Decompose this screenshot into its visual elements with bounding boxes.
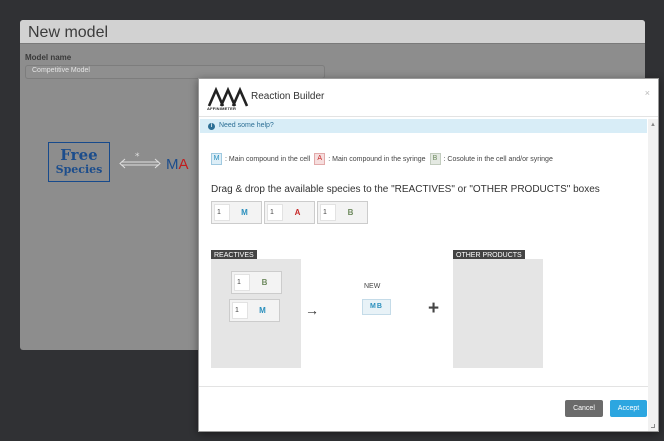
- model-name-label: Model name: [25, 53, 72, 62]
- new-label: NEW: [364, 283, 381, 290]
- species-a-count[interactable]: 1: [267, 204, 283, 221]
- species-m-letter: M: [241, 208, 248, 217]
- species-b[interactable]: 1 B: [317, 201, 368, 224]
- product-m: M: [166, 156, 179, 173]
- modal-header: AFFINIMETER Reaction Builder ×: [199, 79, 658, 117]
- reactive-b[interactable]: 1 B: [231, 271, 282, 294]
- reactives-dropzone[interactable]: 1 B 1 M: [211, 259, 301, 368]
- scroll-up-icon[interactable]: ▲: [650, 122, 656, 128]
- available-species: 1 M 1 A 1 B: [211, 201, 368, 224]
- reactive-b-letter: B: [261, 278, 268, 287]
- modal-title: Reaction Builder: [251, 91, 325, 102]
- species-b-count[interactable]: 1: [320, 204, 336, 221]
- species-a[interactable]: 1 A: [264, 201, 315, 224]
- free-species-box: Free Species: [48, 142, 110, 182]
- free-species-line2: Species: [55, 163, 103, 176]
- panel-header: New model: [20, 20, 645, 44]
- reactive-m[interactable]: 1 M: [229, 299, 280, 322]
- other-products-dropzone[interactable]: [453, 259, 543, 368]
- product-ma: MA: [166, 156, 189, 173]
- legend-a-text: : Main compound in the syringe: [328, 155, 426, 163]
- modal-footer: Cancel Accept: [199, 386, 648, 432]
- species-m-count[interactable]: 1: [214, 204, 230, 221]
- legend-b-text: : Cosolute in the cell and/or syringe: [443, 155, 553, 163]
- scrollbar[interactable]: ▲: [648, 119, 658, 431]
- model-name-input[interactable]: Competitive Model: [25, 65, 325, 79]
- species-m[interactable]: 1 M: [211, 201, 262, 224]
- brand-name: AFFINIMETER: [207, 106, 237, 111]
- species-a-letter: A: [294, 208, 301, 217]
- arrow-label: *: [135, 152, 140, 162]
- new-product: MB: [362, 299, 391, 315]
- reactive-m-letter: M: [259, 306, 266, 315]
- plus-icon: +: [428, 298, 440, 319]
- instructions: Drag & drop the available species to the…: [211, 184, 600, 195]
- reactive-m-count[interactable]: 1: [232, 302, 248, 319]
- equilibrium-arrows-icon: *: [119, 152, 161, 169]
- cancel-button[interactable]: Cancel: [565, 400, 603, 417]
- page-title: New model: [28, 24, 109, 41]
- reaction-arrow-icon: →: [305, 302, 319, 318]
- product-a: A: [178, 156, 189, 173]
- close-icon[interactable]: ×: [645, 88, 650, 98]
- species-b-letter: B: [347, 208, 354, 217]
- free-species-line1: Free: [60, 146, 98, 164]
- legend-m-badge: M: [211, 153, 222, 165]
- reaction-builder-modal: AFFINIMETER Reaction Builder × i Need so…: [198, 78, 659, 432]
- help-text: Need some help?: [218, 122, 274, 129]
- help-link[interactable]: i Need some help?: [200, 119, 647, 133]
- legend-b-badge: B: [429, 153, 441, 165]
- info-icon: i: [208, 123, 215, 130]
- accept-button[interactable]: Accept: [610, 400, 647, 417]
- resize-handle-icon[interactable]: [651, 424, 655, 428]
- legend-m-text: : Main compound in the cell: [225, 155, 311, 163]
- reactive-b-count[interactable]: 1: [234, 274, 250, 291]
- legend-a-badge: A: [314, 153, 326, 165]
- species-legend: M : Main compound in the cell A : Main c…: [211, 153, 553, 165]
